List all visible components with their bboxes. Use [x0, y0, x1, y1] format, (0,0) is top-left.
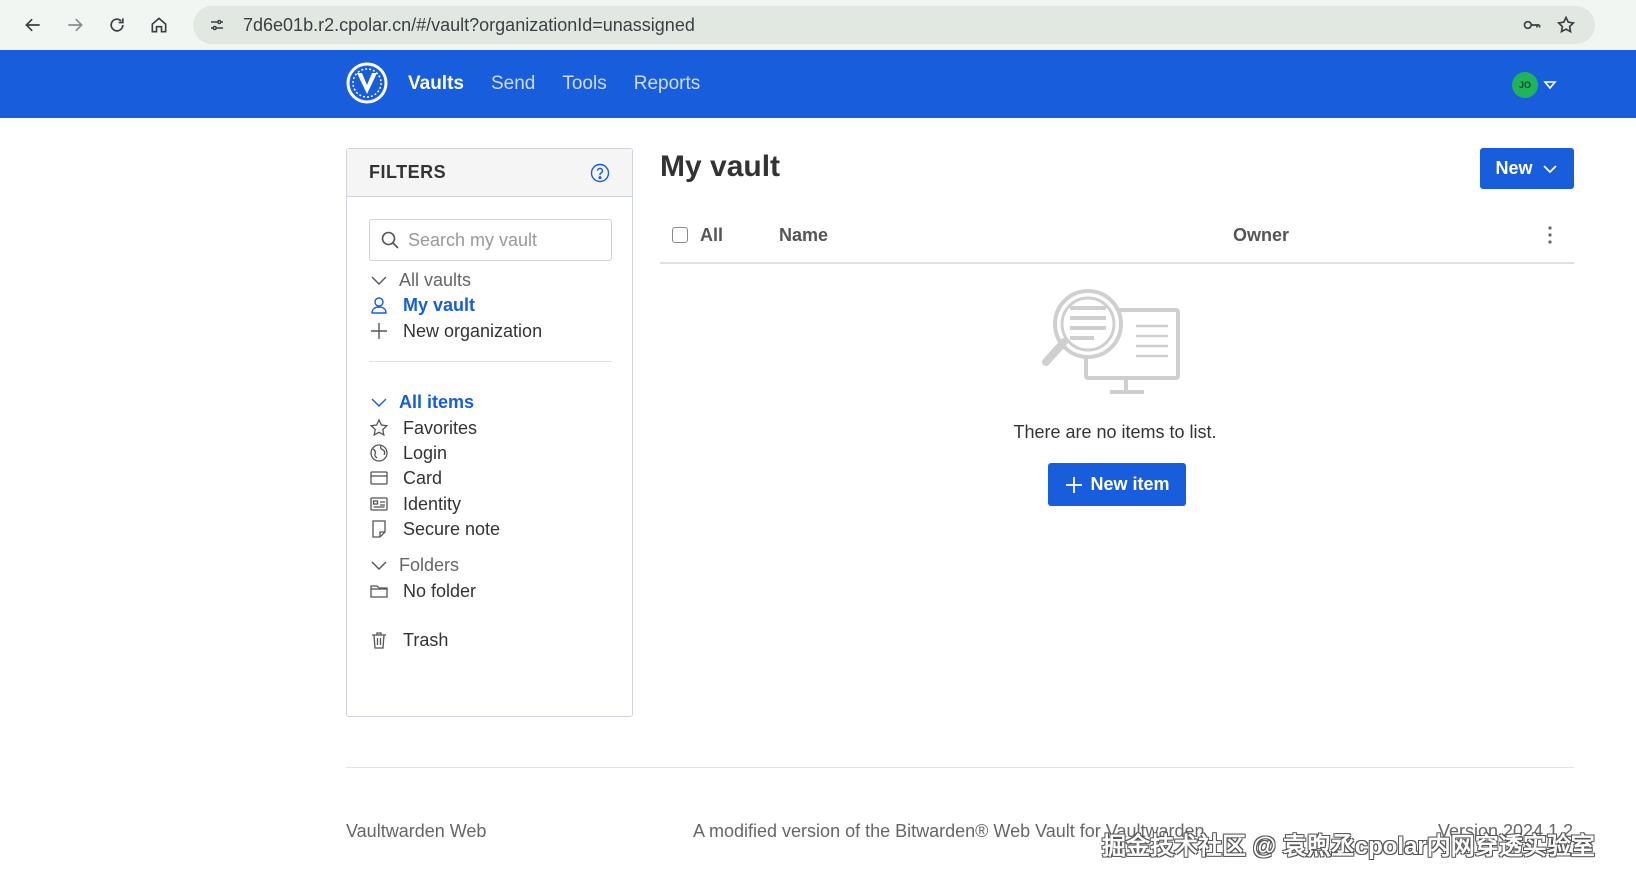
footer-divider [346, 767, 1574, 768]
search-icon [381, 231, 399, 249]
filter-card[interactable]: Card [369, 465, 442, 491]
note-icon [369, 519, 389, 539]
select-all-checkbox[interactable] [672, 227, 688, 243]
reload-icon[interactable] [96, 4, 138, 46]
kebab-menu-icon[interactable] [1540, 224, 1560, 246]
new-button[interactable]: New [1480, 148, 1574, 189]
folder-icon [369, 581, 389, 601]
search-field[interactable] [369, 219, 612, 261]
plus-icon [1066, 476, 1083, 493]
filter-label: Login [403, 442, 448, 463]
globe-icon [369, 443, 389, 463]
main-nav: Vaults Send Tools Reports [408, 50, 727, 118]
site-info-icon[interactable] [205, 13, 229, 37]
filters-title: FILTERS [369, 162, 447, 182]
nav-tools[interactable]: Tools [562, 73, 606, 95]
browser-toolbar: 7d6e01b.r2.cpolar.cn/#/vault?organizatio… [0, 0, 1636, 50]
vaultwarden-logo[interactable] [346, 62, 388, 104]
empty-state-text: There are no items to list. [1013, 422, 1217, 442]
nav-send[interactable]: Send [491, 73, 535, 95]
filters-header: FILTERS [347, 149, 632, 197]
id-card-icon [369, 494, 389, 514]
filter-label: No folder [403, 580, 477, 601]
filter-my-vault[interactable]: My vault [369, 292, 475, 318]
back-icon[interactable] [12, 4, 54, 46]
credit-card-icon [369, 468, 389, 488]
filter-new-organization[interactable]: New organization [369, 318, 542, 344]
new-button-label: New [1495, 158, 1533, 178]
filter-label: Trash [403, 629, 449, 650]
filter-label: Secure note [403, 518, 501, 539]
user-icon [369, 295, 389, 315]
filter-label: Folders [399, 554, 460, 575]
star-icon [369, 418, 389, 438]
chevron-down-icon[interactable] [369, 555, 389, 575]
search-input[interactable] [408, 229, 598, 251]
filter-label: Identity [403, 493, 462, 514]
bookmark-star-icon[interactable] [1549, 8, 1583, 42]
no-items-illustration [1042, 289, 1180, 394]
filter-label: All items [399, 391, 475, 412]
plus-icon [369, 321, 389, 341]
filter-favorites[interactable]: Favorites [369, 415, 477, 441]
footer-brand: Vaultwarden Web [346, 821, 487, 841]
account-menu[interactable]: JO [1512, 72, 1558, 98]
page-title: My vault [660, 150, 781, 183]
key-icon[interactable] [1515, 8, 1549, 42]
filter-label: My vault [403, 294, 476, 315]
filter-all-vaults[interactable]: All vaults [369, 267, 471, 293]
trash-icon [369, 630, 389, 650]
filter-trash[interactable]: Trash [369, 627, 448, 653]
app-header: Vaults Send Tools Reports JO [0, 50, 1636, 118]
chevron-down-icon[interactable] [369, 270, 389, 290]
watermark: 掘金技术社区 @ 袁煦丞cpolar内网穿透实验室 [1102, 833, 1595, 860]
nav-vaults[interactable]: Vaults [408, 73, 464, 95]
filter-secure-note[interactable]: Secure note [369, 516, 500, 542]
nav-reports[interactable]: Reports [634, 73, 701, 95]
column-owner[interactable]: Owner [1233, 225, 1289, 246]
filter-label: Card [403, 467, 443, 488]
column-name[interactable]: Name [779, 225, 828, 246]
forward-icon[interactable] [54, 4, 96, 46]
filter-no-folder[interactable]: No folder [369, 578, 476, 604]
filter-label: Favorites [403, 417, 478, 438]
filter-folders[interactable]: Folders [369, 552, 459, 578]
help-icon[interactable] [590, 163, 610, 183]
home-icon[interactable] [138, 4, 180, 46]
filter-label: New organization [403, 320, 543, 341]
filter-identity[interactable]: Identity [369, 491, 461, 517]
url-text[interactable]: 7d6e01b.r2.cpolar.cn/#/vault?organizatio… [243, 15, 1515, 36]
address-bar[interactable]: 7d6e01b.r2.cpolar.cn/#/vault?organizatio… [193, 6, 1595, 44]
filter-login[interactable]: Login [369, 440, 447, 466]
vault-table-header: All Name Owner [660, 212, 1574, 264]
avatar[interactable]: JO [1512, 72, 1538, 98]
filters-panel: FILTERS All vaults My vault New organiza… [346, 148, 633, 717]
filters-divider [369, 361, 612, 362]
filter-label: All vaults [399, 269, 472, 290]
new-item-label: New item [1090, 474, 1170, 494]
chevron-down-icon [1542, 164, 1557, 173]
filter-all-items[interactable]: All items [369, 389, 474, 415]
column-all[interactable]: All [700, 225, 723, 246]
chevron-down-icon[interactable] [369, 392, 389, 412]
chevron-down-icon [1543, 81, 1557, 90]
new-item-button[interactable]: New item [1048, 463, 1186, 506]
